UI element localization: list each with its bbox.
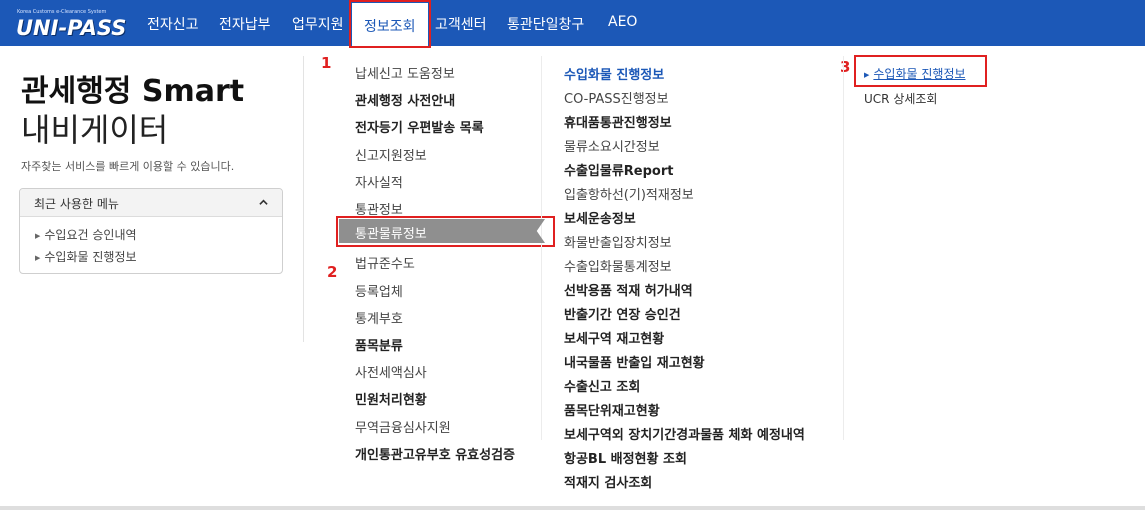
recent-menu-header[interactable]: 최근 사용한 메뉴 [20,189,282,217]
triangle-right-icon: ▶ [35,253,41,262]
menu-item[interactable]: 등록업체 [355,281,403,300]
triangle-right-icon: ▶ [35,231,41,240]
nav-customer-center[interactable]: 고객센터 [435,14,487,34]
menu-item[interactable]: 통계부호 [355,308,403,327]
menu-item[interactable]: 개인통관고유부호 유효성검증 [355,444,515,463]
divider [843,56,844,440]
bottom-border [0,506,1145,510]
nav-business-support[interactable]: 업무지원 [292,14,344,34]
submenu-item-ucr-detail[interactable]: UCR 상세조회 [864,90,937,107]
annotation-number-3: 3 [840,58,851,76]
nav-electronic-filing[interactable]: 전자신고 [147,14,199,34]
menu-item[interactable]: 반출기간 연장 승인건 [564,304,681,323]
recent-item[interactable]: ▶ 수입요건 승인내역 [35,226,137,243]
menu-item[interactable]: 입출항하선(기)적재정보 [564,184,694,203]
highlight-box-nav [349,0,431,48]
menu-item[interactable]: 신고지원정보 [355,145,427,164]
recent-menu-label: 최근 사용한 메뉴 [34,197,119,211]
panel-notch [303,106,319,134]
menu-item[interactable]: 품목단위재고현황 [564,400,660,419]
menu-item[interactable]: 자사실적 [355,172,403,191]
menu-item[interactable]: 관세행정 사전안내 [355,90,455,109]
menu-item[interactable]: 보세운송정보 [564,208,636,227]
menu-item[interactable]: 민원처리현황 [355,389,427,408]
nav-electronic-payment[interactable]: 전자납부 [219,14,271,34]
unipass-logo[interactable]: Korea Customs e-Clearance System UNI-PAS… [16,9,126,43]
menu-item-selected[interactable]: 통관물류정보 [355,223,427,242]
divider [303,56,304,342]
menu-item[interactable]: 전자등기 우편발송 목록 [355,117,484,136]
annotation-number-2: 2 [327,263,338,281]
nav-aeo[interactable]: AEO [608,14,637,30]
menu-item[interactable]: CO-PASS진행정보 [564,88,669,107]
recent-item-label: 수입요건 승인내역 [44,228,137,242]
annotation-number-1: 1 [321,54,332,72]
menu-item[interactable]: 보세구역외 장치기간경과물품 체화 예정내역 [564,424,805,443]
navigator-description: 자주찾는 서비스를 빠르게 이용할 수 있습니다. [21,160,235,173]
menu-item[interactable]: 보세구역 재고현황 [564,328,664,347]
triangle-right-icon: ▶ [864,70,870,79]
menu-item[interactable]: 통관정보 [355,199,403,218]
recent-menu-panel: 최근 사용한 메뉴 ▶ 수입요건 승인내역 ▶ 수입화물 진행정보 [19,188,283,274]
logo-subtitle: Korea Customs e-Clearance System [17,9,107,15]
menu-item[interactable]: 항공BL 배정현황 조회 [564,448,687,467]
divider [541,56,542,440]
menu-item[interactable]: 수출신고 조회 [564,376,640,395]
nav-single-window[interactable]: 통관단일창구 [507,14,584,34]
menu-item[interactable]: 화물반출입장치정보 [564,232,672,251]
menu-item[interactable]: 수입화물 진행정보 [564,64,664,83]
submenu-item-label: 수입화물 진행정보 [873,67,966,81]
menu-item[interactable]: 법규준수도 [355,253,415,272]
menu-item[interactable]: 물류소요시간정보 [564,136,660,155]
menu-item[interactable]: 선박용품 적재 허가내역 [564,280,693,299]
menu-item[interactable]: 수출입화물통계정보 [564,256,672,275]
navigator-subtitle: 내비게이터 [21,111,169,149]
menu-item[interactable]: 품목분류 [355,335,403,354]
logo-text: UNI-PASS [16,16,127,40]
menu-item[interactable]: 수출입물류Report [564,160,674,179]
recent-item[interactable]: ▶ 수입화물 진행정보 [35,248,137,265]
menu-item[interactable]: 적재지 검사조회 [564,472,652,491]
recent-item-label: 수입화물 진행정보 [44,250,137,264]
menu-item[interactable]: 사전세액심사 [355,362,427,381]
menu-item[interactable]: 무역금융심사지원 [355,417,451,436]
chevron-up-icon[interactable] [259,198,268,207]
navigator-title: 관세행정 Smart [21,74,245,109]
top-navigation-bar: Korea Customs e-Clearance System UNI-PAS… [0,0,1145,47]
menu-item[interactable]: 휴대품통관진행정보 [564,112,672,131]
menu-item[interactable]: 내국물품 반출입 재고현황 [564,352,705,371]
menu-item[interactable]: 납세신고 도움정보 [355,63,455,82]
submenu-item-import-cargo-progress[interactable]: ▶ 수입화물 진행정보 [864,65,966,82]
